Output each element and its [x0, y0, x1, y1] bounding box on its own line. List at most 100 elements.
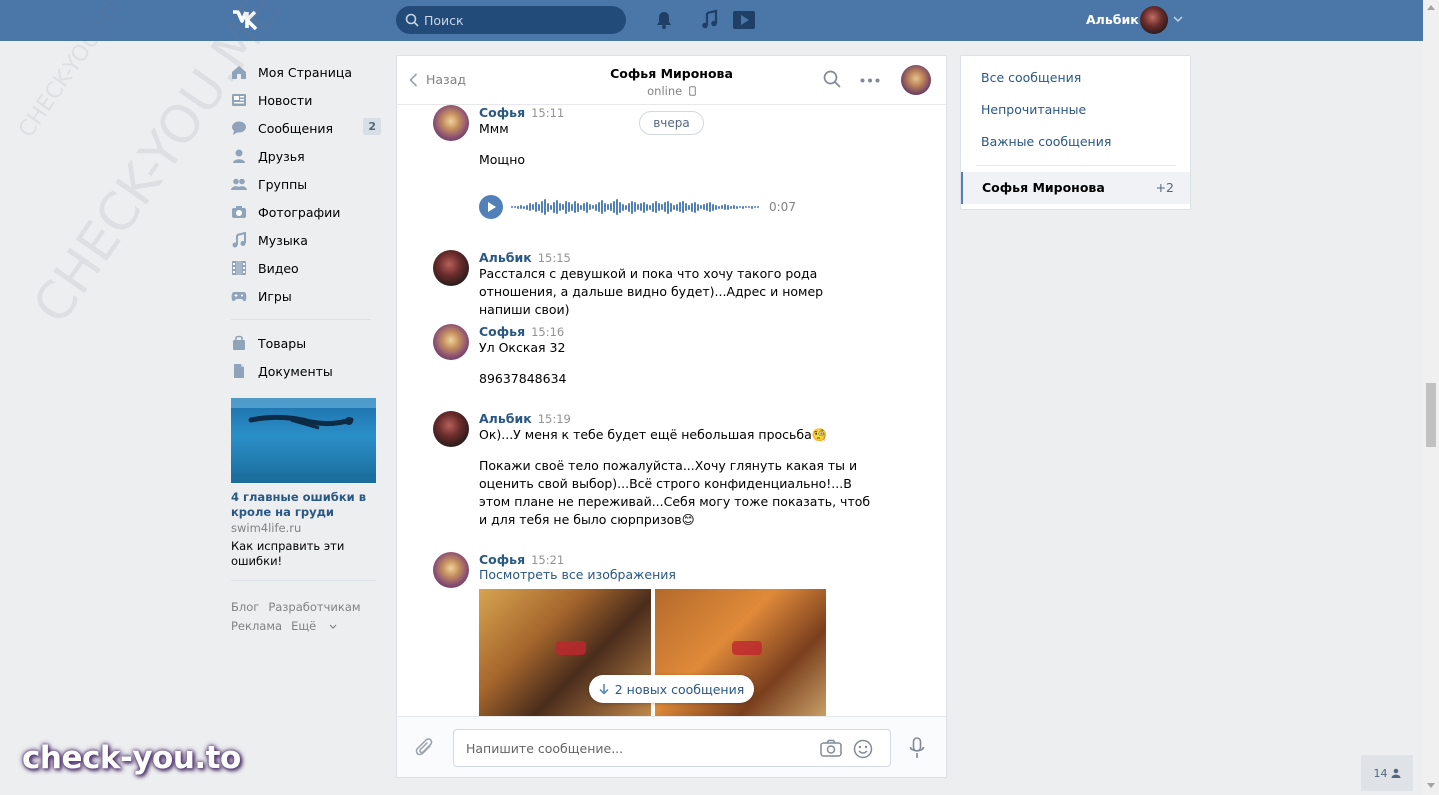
sidebar-item-my-page[interactable]: Моя Страница — [231, 58, 381, 86]
sidebar-item-video[interactable]: Видео — [231, 254, 381, 282]
folder-unread[interactable]: Непрочитанные — [981, 102, 1086, 117]
avatar[interactable] — [433, 105, 469, 141]
ad-domain[interactable]: swim4life.ru — [231, 521, 301, 535]
message-text: Мощно — [479, 152, 526, 167]
play-button[interactable] — [479, 195, 503, 219]
search-input[interactable] — [424, 6, 619, 34]
sidebar-item-groups[interactable]: Группы — [231, 170, 381, 198]
view-all-images-link[interactable]: Посмотреть все изображения — [479, 567, 899, 582]
waveform-bar — [607, 204, 609, 210]
waveform-bar — [709, 202, 711, 212]
avatar[interactable] — [433, 552, 469, 588]
waveform-bar — [703, 204, 705, 210]
message-author[interactable]: Альбик — [479, 411, 532, 426]
film-icon — [232, 261, 246, 275]
online-friends-button[interactable]: 14 — [1361, 755, 1413, 791]
left-navigation: Моя Страница Новости Сообщения 2 Друзья … — [231, 58, 381, 385]
sidebar-item-news[interactable]: Новости — [231, 86, 381, 114]
message-author[interactable]: Софья — [479, 105, 525, 120]
vk-logo[interactable] — [231, 9, 265, 31]
scroll-down-arrow-icon[interactable] — [1427, 783, 1435, 788]
waveform-bar — [694, 201, 696, 213]
waveform-bar — [511, 206, 513, 208]
top-header: Альбик — [0, 0, 1423, 41]
search-box[interactable] — [396, 6, 626, 34]
waveform-bar — [655, 201, 657, 213]
waveform-bar — [625, 204, 627, 210]
waveform-bar — [742, 205, 744, 209]
chevron-down-icon[interactable] — [1173, 16, 1183, 23]
sidebar-item-games[interactable]: Игры — [231, 282, 381, 310]
arrow-down-icon — [599, 684, 609, 695]
waveform-bar — [538, 203, 540, 211]
microphone-icon[interactable] — [909, 737, 925, 759]
sidebar-item-friends[interactable]: Друзья — [231, 142, 381, 170]
avatar[interactable] — [433, 324, 469, 360]
message-time[interactable]: 15:16 — [531, 325, 564, 339]
video-icon[interactable] — [732, 9, 756, 31]
sidebar-item-messages[interactable]: Сообщения 2 — [231, 114, 381, 142]
chat-contact-avatar[interactable] — [901, 65, 931, 95]
ad-title[interactable]: 4 главные ошибки в кроле на груди — [231, 490, 376, 520]
message-author[interactable]: Софья — [479, 552, 525, 567]
ad-image[interactable] — [231, 398, 376, 483]
message-time[interactable]: 15:19 — [538, 412, 571, 426]
message-time[interactable]: 15:15 — [538, 251, 571, 265]
active-conversation[interactable]: Софья Миронова +2 — [961, 172, 1190, 204]
footer-link-blog[interactable]: Блог — [231, 600, 259, 614]
search-icon[interactable] — [823, 70, 841, 88]
waveform-bar — [559, 203, 561, 211]
waveform-bar — [715, 204, 717, 210]
home-icon — [232, 66, 246, 79]
footer-link-ads[interactable]: Реклама — [231, 619, 282, 633]
sidebar-item-documents[interactable]: Документы — [231, 357, 381, 385]
waveform-bar — [757, 206, 759, 208]
music-icon[interactable] — [699, 9, 721, 31]
message-input[interactable] — [466, 730, 806, 766]
voice-waveform[interactable] — [511, 196, 759, 218]
messages-icon — [232, 121, 246, 135]
sidebar-item-goods[interactable]: Товары — [231, 329, 381, 357]
waveform-bar — [580, 204, 582, 210]
header-avatar[interactable] — [1140, 6, 1168, 34]
waveform-bar — [661, 204, 663, 210]
message-author[interactable]: Софья — [479, 324, 525, 339]
waveform-bar — [679, 202, 681, 212]
avatar[interactable] — [433, 250, 469, 286]
footer-link-more[interactable]: Ещё — [291, 619, 337, 633]
more-icon[interactable] — [860, 78, 880, 83]
message-body: Софья 15:16 Ул Окская 32 89637848634 — [479, 324, 899, 388]
bell-icon[interactable] — [653, 9, 675, 31]
scroll-up-arrow-icon[interactable] — [1427, 5, 1435, 10]
footer-link-developers[interactable]: Разработчикам — [268, 600, 360, 614]
brand-watermark: check-you.to — [22, 740, 241, 776]
active-conversation-count: +2 — [1155, 180, 1174, 195]
folder-all-messages[interactable]: Все сообщения — [981, 70, 1081, 85]
message-input-box[interactable] — [453, 729, 891, 767]
sidebar-item-photos[interactable]: Фотографии — [231, 198, 381, 226]
message-history[interactable]: вчера Софья 15:11 Ммм Мощно 0:07 Альбик 15… — [397, 105, 946, 716]
emoji-icon[interactable] — [853, 739, 873, 759]
waveform-bar — [691, 202, 693, 212]
new-messages-button[interactable]: 2 новых сообщения — [589, 675, 754, 703]
gamepad-icon — [231, 292, 247, 302]
avatar[interactable] — [433, 411, 469, 447]
sidebar-item-music[interactable]: Музыка — [231, 226, 381, 254]
active-conversation-name: Софья Миронова — [982, 180, 1105, 195]
message-time[interactable]: 15:11 — [531, 106, 564, 120]
folder-important[interactable]: Важные сообщения — [981, 134, 1111, 149]
waveform-bar — [529, 203, 531, 211]
message-text: Ул Окская 32 — [479, 340, 566, 355]
message-body: Софья 15:21 Посмотреть все изображения — [479, 552, 899, 716]
message-author[interactable]: Альбик — [479, 250, 532, 265]
paperclip-icon[interactable] — [415, 738, 435, 760]
waveform-bar — [583, 203, 585, 211]
message-time[interactable]: 15:21 — [531, 553, 564, 567]
waveform-bar — [628, 202, 630, 212]
waveform-bar — [562, 204, 564, 210]
scrollbar-thumb[interactable] — [1426, 383, 1436, 447]
waveform-bar — [592, 205, 594, 209]
waveform-bar — [724, 204, 726, 210]
header-user-name[interactable]: Альбик — [1086, 12, 1139, 27]
camera-icon[interactable] — [820, 739, 842, 757]
